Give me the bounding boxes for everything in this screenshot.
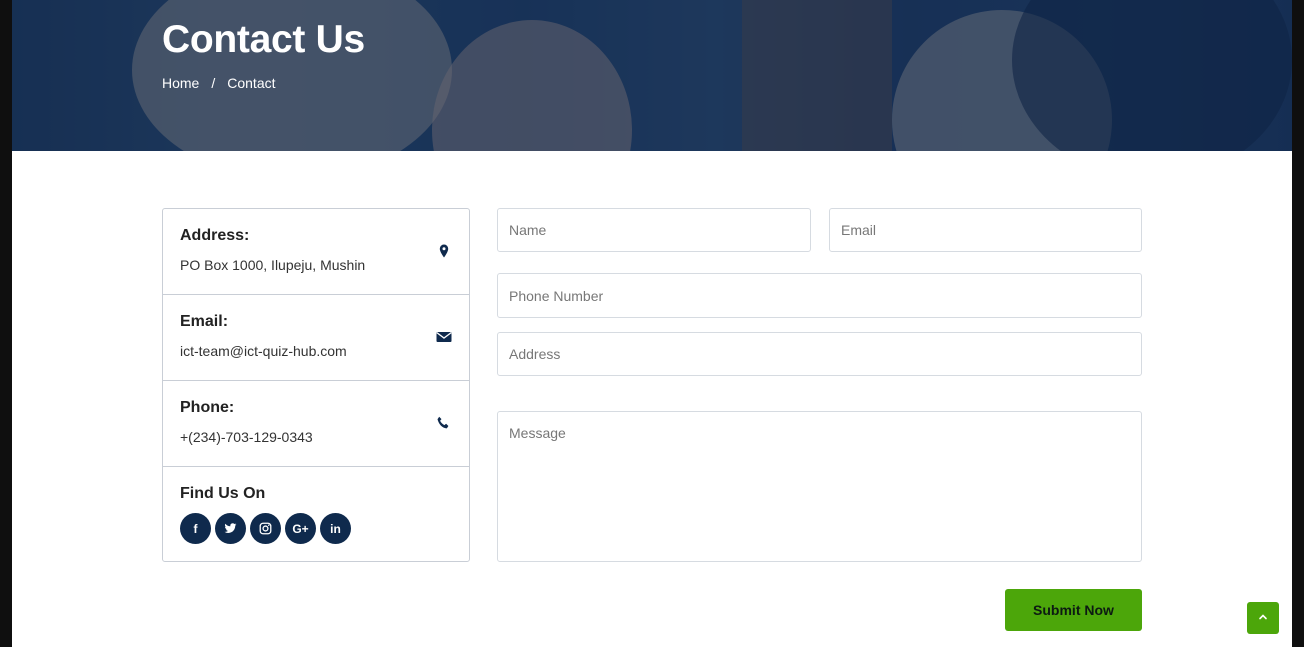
phone-label: Phone: <box>180 399 235 416</box>
social-row: Find Us On f G+ in <box>163 467 469 544</box>
message-textarea[interactable] <box>497 411 1142 562</box>
address-value: PO Box 1000, Ilupeju, Mushin <box>180 257 366 273</box>
instagram-icon[interactable] <box>250 513 281 544</box>
phone-input[interactable] <box>497 273 1142 318</box>
email-row: Email: ict-team@ict-quiz-hub.com <box>163 295 469 381</box>
breadcrumb-separator: / <box>211 75 216 91</box>
address-input[interactable] <box>497 332 1142 376</box>
breadcrumb-home-link[interactable]: Home <box>162 75 199 91</box>
name-input[interactable] <box>497 208 811 252</box>
phone-row: Phone: +(234)-703-129-0343 <box>163 381 469 467</box>
hero-banner: Contact Us Home / Contact <box>12 0 1292 151</box>
address-row: Address: PO Box 1000, Ilupeju, Mushin <box>163 209 469 295</box>
submit-button[interactable]: Submit Now <box>1005 589 1142 631</box>
chevron-up-icon <box>1258 609 1268 627</box>
phone-icon <box>436 415 452 431</box>
email-label: Email: <box>180 313 229 330</box>
address-label: Address: <box>180 227 250 244</box>
linkedin-icon[interactable]: in <box>320 513 351 544</box>
google-plus-icon[interactable]: G+ <box>285 513 316 544</box>
twitter-icon[interactable] <box>215 513 246 544</box>
phone-value[interactable]: +(234)-703-129-0343 <box>180 429 452 445</box>
social-links: f G+ in <box>180 513 452 544</box>
email-input[interactable] <box>829 208 1142 252</box>
email-value[interactable]: ict-team@ict-quiz-hub.com <box>180 343 452 359</box>
contact-info-card: Address: PO Box 1000, Ilupeju, Mushin Em… <box>162 208 470 562</box>
social-label: Find Us On <box>180 485 266 502</box>
map-marker-icon <box>436 243 452 259</box>
facebook-icon[interactable]: f <box>180 513 211 544</box>
page: Contact Us Home / Contact Address: PO Bo… <box>12 0 1292 647</box>
page-title: Contact Us <box>162 18 365 61</box>
scroll-to-top-button[interactable] <box>1247 602 1279 634</box>
envelope-icon <box>436 329 452 345</box>
breadcrumb-current: Contact <box>227 75 276 91</box>
breadcrumb: Home / Contact <box>162 75 276 91</box>
